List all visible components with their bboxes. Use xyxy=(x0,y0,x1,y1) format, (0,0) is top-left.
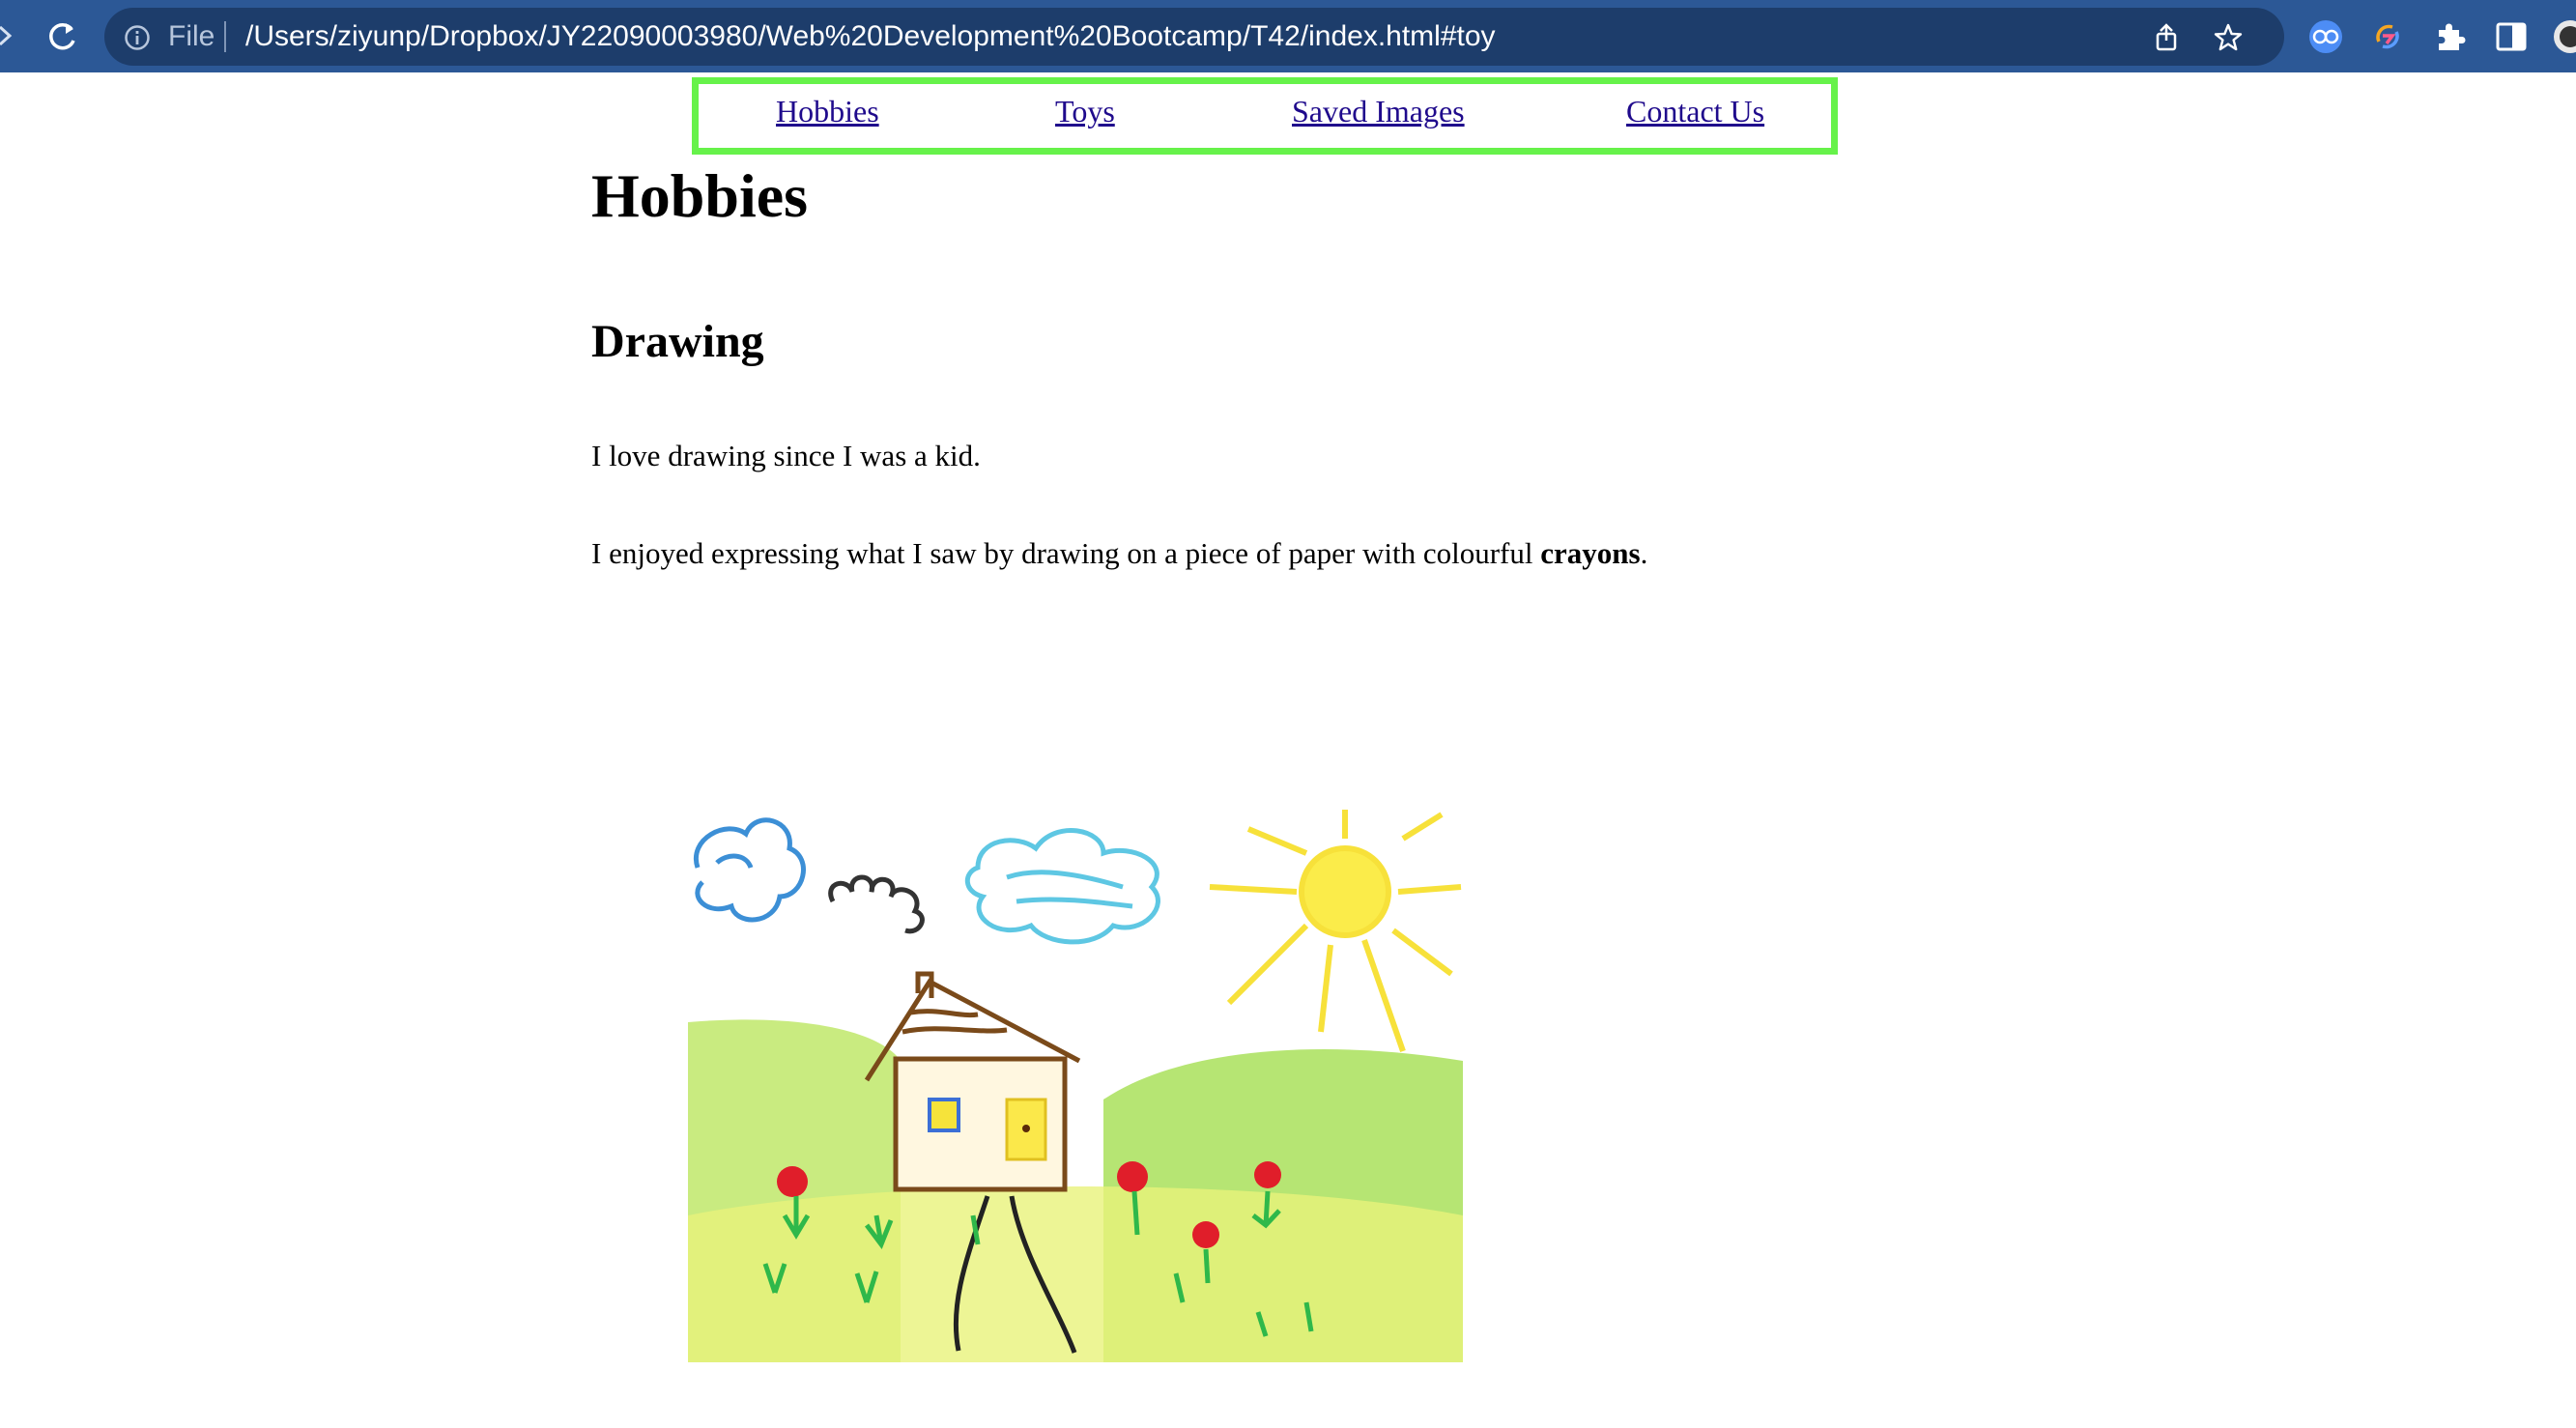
top-nav: Hobbies Toys Saved Images Contact Us xyxy=(692,77,1838,155)
paragraph-2-end: . xyxy=(1640,536,1648,570)
sync-icon[interactable] xyxy=(2369,18,2406,55)
paragraph-2: I enjoyed expressing what I saw by drawi… xyxy=(591,536,1647,571)
section-heading: Drawing xyxy=(591,316,764,367)
nav-link-hobbies[interactable]: Hobbies xyxy=(776,94,879,129)
nav-link-toys[interactable]: Toys xyxy=(1055,94,1115,129)
scheme-label: File xyxy=(168,20,215,52)
paragraph-2-text: I enjoyed expressing what I saw by drawi… xyxy=(591,536,1541,570)
star-icon[interactable] xyxy=(2213,22,2244,53)
house-window xyxy=(928,1098,960,1132)
side-panel-icon[interactable] xyxy=(2493,18,2530,55)
address-bar[interactable]: File /Users/ziyunp/Dropbox/JY22090003980… xyxy=(104,8,2284,66)
crayon-house-drawing xyxy=(688,810,1463,1362)
page-title: Hobbies xyxy=(591,161,809,230)
door-knob xyxy=(1022,1125,1030,1132)
translate-icon[interactable] xyxy=(2307,18,2344,55)
house xyxy=(864,971,1081,1192)
reload-icon[interactable] xyxy=(43,17,81,56)
browser-toolbar: File /Users/ziyunp/Dropbox/JY22090003980… xyxy=(0,0,2576,72)
smoke-swirl xyxy=(828,874,925,934)
scheme-divider xyxy=(224,21,226,52)
info-icon[interactable] xyxy=(124,24,151,51)
meadow xyxy=(688,1186,1463,1362)
paragraph-1: I love drawing since I was a kid. xyxy=(591,439,981,472)
profile-avatar[interactable] xyxy=(2551,18,2576,55)
extensions-icon[interactable] xyxy=(2431,18,2468,55)
sun xyxy=(1209,810,1462,1052)
forward-arrow-icon[interactable] xyxy=(0,21,14,50)
cloud-left xyxy=(693,817,806,923)
paragraph-2-bold: crayons xyxy=(1540,536,1641,570)
url-text[interactable]: /Users/ziyunp/Dropbox/JY22090003980/Web%… xyxy=(245,19,1496,54)
cloud-middle xyxy=(964,828,1160,945)
nav-link-contact-us[interactable]: Contact Us xyxy=(1626,94,1764,129)
share-icon[interactable] xyxy=(2151,22,2182,53)
nav-link-saved-images[interactable]: Saved Images xyxy=(1292,94,1465,129)
